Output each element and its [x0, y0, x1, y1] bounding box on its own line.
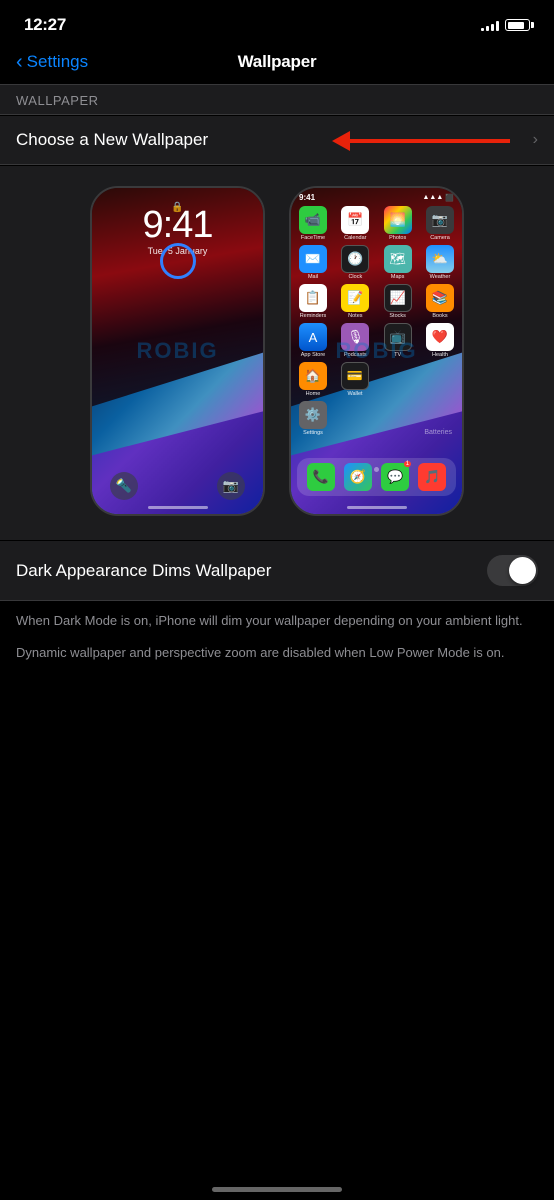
wallpaper-preview-section: 🔒 9:41 Tue, 5 January 🔦 📷 ROBIG 9:41 ▲▲▲… [0, 166, 554, 540]
mail-icon: ✉️ [299, 245, 327, 273]
camera-quick-icon: 📷 [217, 472, 245, 500]
app-row-4: A App Store 🎙 Podcasts 📺 TV ❤️ Health [297, 323, 456, 358]
status-time: 12:27 [24, 15, 66, 35]
app-home: 🏠 Home [297, 362, 329, 397]
chevron-right-icon: › [533, 131, 538, 149]
lock-screen-wallpaper: 🔒 9:41 Tue, 5 January 🔦 📷 [92, 188, 263, 514]
app-photos: 🌅 Photos [382, 206, 414, 241]
app-maps: 🗺 Maps [382, 245, 414, 280]
lock-home-bar [148, 506, 208, 509]
lock-bottom-icons: 🔦 📷 [92, 472, 263, 500]
dock-phone: 📞 [305, 463, 337, 491]
description-dark-mode: When Dark Mode is on, iPhone will dim yo… [16, 611, 538, 631]
home-app-icon: 🏠 [299, 362, 327, 390]
clock-icon: 🕐 [341, 245, 369, 273]
nav-bar: ‹ Settings Wallpaper [0, 44, 554, 84]
home-screen-wallpaper: 9:41 ▲▲▲ ⬛ 📹 FaceTime 📅 Calendar [291, 188, 462, 514]
toggle-thumb [509, 557, 536, 584]
back-label: Settings [27, 52, 88, 72]
app-clock: 🕐 Clock [339, 245, 371, 280]
dock-messages: 💬 1 [379, 463, 411, 491]
flashlight-icon: 🔦 [110, 472, 138, 500]
app-row-6: ⚙️ Settings Batteries [297, 401, 456, 436]
app-facetime: 📹 FaceTime [297, 206, 329, 241]
app-appstore: A App Store [297, 323, 329, 358]
dock-music: 🎵 [416, 463, 448, 491]
app-tv: 📺 TV [382, 323, 414, 358]
reminders-icon: 📋 [299, 284, 327, 312]
app-row-1: 📹 FaceTime 📅 Calendar 🌅 Photos 📷 Camera [297, 206, 456, 241]
notes-icon: 📝 [341, 284, 369, 312]
dark-appearance-row[interactable]: Dark Appearance Dims Wallpaper [0, 541, 554, 601]
app-grid: 📹 FaceTime 📅 Calendar 🌅 Photos 📷 Camera [291, 204, 462, 436]
tv-icon: 📺 [384, 323, 412, 351]
choose-wallpaper-label: Choose a New Wallpaper [16, 130, 208, 150]
app-calendar: 📅 Calendar [339, 206, 371, 241]
podcasts-icon: 🎙 [341, 323, 369, 351]
app-row-3: 📋 Reminders 📝 Notes 📈 Stocks 📚 Books [297, 284, 456, 319]
choose-wallpaper-row[interactable]: Choose a New Wallpaper › [0, 116, 554, 165]
app-books: 📚 Books [424, 284, 456, 319]
maps-icon: 🗺 [384, 245, 412, 273]
settings-icon: ⚙️ [299, 401, 327, 429]
messages-icon: 💬 1 [381, 463, 409, 491]
app-podcasts: 🎙 Podcasts [339, 323, 371, 358]
row-right: › [533, 131, 538, 149]
status-bar: 12:27 [0, 0, 554, 44]
music-icon: 🎵 [418, 463, 446, 491]
app-wallet: 💳 Wallet [339, 362, 371, 397]
app-row-5: 🏠 Home 💳 Wallet [297, 362, 456, 397]
lock-icon: 🔒 [171, 202, 183, 213]
dock: 📞 🧭 💬 1 🎵 [297, 458, 456, 496]
app-reminders: 📋 Reminders [297, 284, 329, 319]
lock-circle-indicator [160, 243, 196, 279]
back-button[interactable]: ‹ Settings [16, 52, 88, 72]
home-status-bar: 9:41 ▲▲▲ ⬛ [291, 188, 462, 204]
lock-screen-preview[interactable]: 🔒 9:41 Tue, 5 January 🔦 📷 ROBIG [90, 186, 265, 516]
page-title: Wallpaper [238, 52, 317, 72]
weather-icon: ⛅ [426, 245, 454, 273]
home-indicator [212, 1187, 342, 1192]
app-health: ❤️ Health [424, 323, 456, 358]
health-icon: ❤️ [426, 323, 454, 351]
calendar-icon: 📅 [341, 206, 369, 234]
app-weather: ⛅ Weather [424, 245, 456, 280]
facetime-icon: 📹 [299, 206, 327, 234]
dock-safari: 🧭 [342, 463, 374, 491]
dark-appearance-label: Dark Appearance Dims Wallpaper [16, 561, 271, 581]
appstore-icon: A [299, 323, 327, 351]
safari-icon: 🧭 [344, 463, 372, 491]
home-bar [347, 506, 407, 509]
battery-icon [505, 19, 530, 31]
wallet-icon: 💳 [341, 362, 369, 390]
chevron-left-icon: ‹ [16, 52, 23, 72]
description-low-power: Dynamic wallpaper and perspective zoom a… [16, 643, 538, 663]
app-camera: 📷 Camera [424, 206, 456, 241]
app-notes: 📝 Notes [339, 284, 371, 319]
app-stocks: 📈 Stocks [382, 284, 414, 319]
batteries-label: Batteries [329, 401, 456, 436]
home-screen-preview[interactable]: 9:41 ▲▲▲ ⬛ 📹 FaceTime 📅 Calendar [289, 186, 464, 516]
books-icon: 📚 [426, 284, 454, 312]
signal-icon [481, 19, 499, 31]
dark-appearance-toggle[interactable] [487, 555, 538, 586]
camera-icon: 📷 [426, 206, 454, 234]
photos-icon: 🌅 [384, 206, 412, 234]
section-header: WALLPAPER [0, 84, 554, 115]
stocks-icon: 📈 [384, 284, 412, 312]
app-row-2: ✉️ Mail 🕐 Clock 🗺 Maps ⛅ Weather [297, 245, 456, 280]
app-mail: ✉️ Mail [297, 245, 329, 280]
home-status-time: 9:41 [299, 193, 315, 202]
phone-icon: 📞 [307, 463, 335, 491]
description-section: When Dark Mode is on, iPhone will dim yo… [0, 601, 554, 662]
app-settings: ⚙️ Settings [297, 401, 329, 436]
choose-wallpaper-row-container: Choose a New Wallpaper › [0, 116, 554, 165]
home-status-icons: ▲▲▲ ⬛ [422, 193, 454, 202]
status-icons [481, 19, 530, 31]
